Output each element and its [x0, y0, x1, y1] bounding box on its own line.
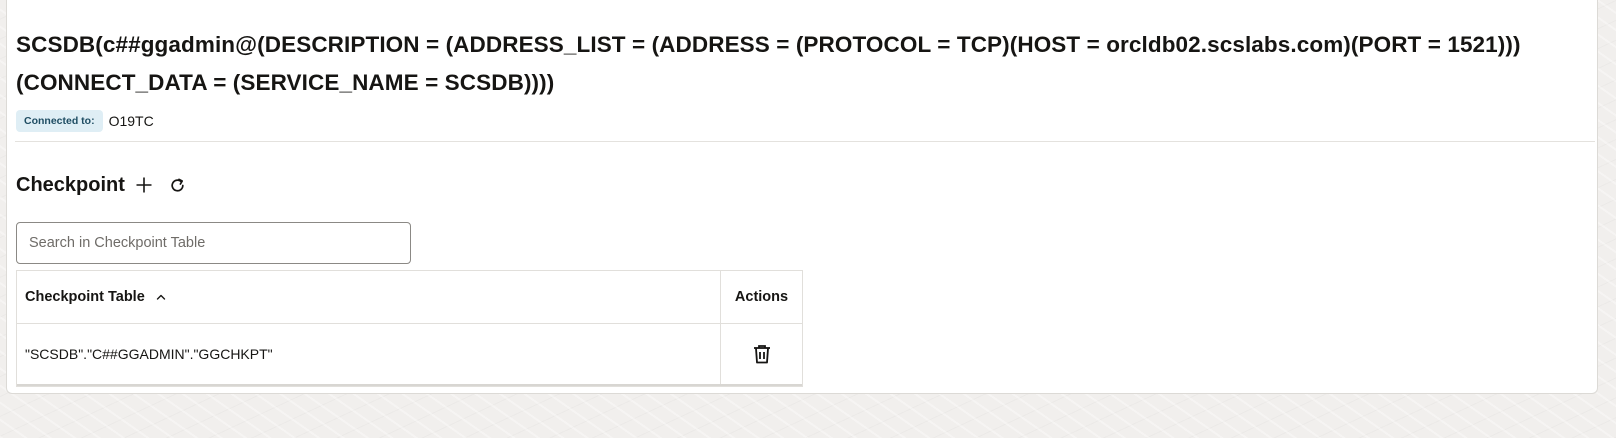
- connected-to-badge: Connected to:: [16, 110, 103, 132]
- trash-icon: [753, 345, 770, 364]
- search-field[interactable]: [16, 222, 411, 264]
- add-checkpoint-button[interactable]: [131, 172, 157, 198]
- plus-icon: [136, 177, 152, 193]
- refresh-icon: [171, 177, 185, 192]
- page-title: SCSDB(c##ggadmin@(DESCRIPTION = (ADDRESS…: [16, 32, 1521, 95]
- connection-status: Connected to: O19TC: [16, 110, 154, 132]
- row-actions: [721, 324, 802, 384]
- search-input[interactable]: [17, 223, 410, 263]
- table-row: "SCSDB"."C##GGADMIN"."GGCHKPT": [17, 324, 802, 386]
- refresh-button[interactable]: [165, 172, 191, 198]
- column-header-label: Checkpoint Table: [25, 289, 145, 305]
- table-header-row: Checkpoint Table Actions: [17, 271, 802, 324]
- sort-ascending-icon[interactable]: [155, 291, 167, 303]
- delete-checkpoint-button[interactable]: [747, 339, 777, 369]
- divider: [15, 141, 1595, 142]
- column-header-actions: Actions: [734, 289, 789, 305]
- section-title: Checkpoint: [16, 173, 125, 196]
- connected-to-value: O19TC: [108, 113, 154, 129]
- connection-card: SCSDB(c##ggadmin@(DESCRIPTION = (ADDRESS…: [6, 0, 1598, 394]
- column-header-checkpoint-table[interactable]: Checkpoint Table: [17, 271, 721, 323]
- checkpoint-section-header: Checkpoint: [16, 170, 191, 200]
- checkpoint-table: Checkpoint Table Actions "SCSDB"."C##GGA…: [16, 270, 803, 387]
- checkpoint-table-name: "SCSDB"."C##GGADMIN"."GGCHKPT": [17, 324, 721, 384]
